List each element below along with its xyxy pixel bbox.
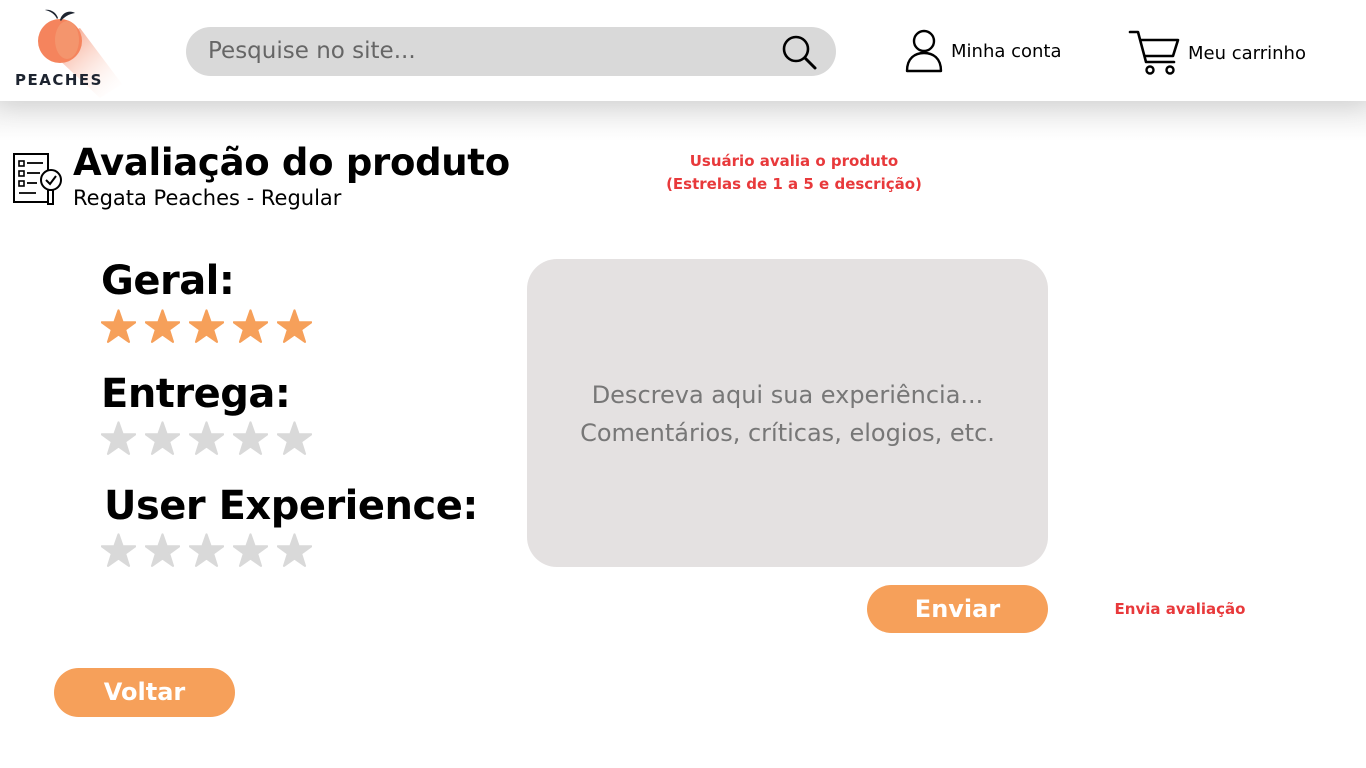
cart-label[interactable]: Meu carrinho — [1188, 43, 1306, 64]
review-placeholder: Descreva aqui sua experiência... Comentá… — [527, 376, 1048, 452]
header-shadow — [0, 101, 1366, 141]
cart-icon — [1128, 30, 1180, 75]
logo-text: PEACHES — [15, 71, 103, 89]
user-icon — [905, 29, 943, 73]
star-rating-entrega[interactable] — [101, 421, 312, 456]
star-icon[interactable] — [277, 309, 312, 344]
page-title: Avaliação do produto — [73, 141, 510, 184]
placeholder-line: Comentários, críticas, elogios, etc. — [580, 419, 995, 447]
product-name: Regata Peaches - Regular — [73, 186, 342, 210]
star-icon[interactable] — [233, 533, 268, 568]
star-icon[interactable] — [189, 421, 224, 456]
star-icon[interactable] — [277, 533, 312, 568]
star-icon[interactable] — [189, 533, 224, 568]
star-icon[interactable] — [101, 533, 136, 568]
star-icon[interactable] — [101, 421, 136, 456]
annotation-line: (Estrelas de 1 a 5 e descrição) — [666, 175, 922, 193]
star-icon[interactable] — [145, 421, 180, 456]
checklist-review-icon — [13, 153, 62, 205]
annotation-top: Usuário avalia o produto (Estrelas de 1 … — [640, 150, 948, 196]
search-icon[interactable] — [780, 33, 818, 71]
placeholder-line: Descreva aqui sua experiência... — [591, 381, 984, 409]
annotation-send: Envia avaliação — [1114, 600, 1246, 618]
annotation-line: Usuário avalia o produto — [689, 152, 899, 170]
star-rating-geral[interactable] — [101, 309, 312, 344]
search-bar[interactable]: Pesquise no site... — [186, 27, 836, 76]
star-icon[interactable] — [233, 309, 268, 344]
star-icon[interactable] — [189, 309, 224, 344]
star-icon[interactable] — [145, 533, 180, 568]
rating-label-entrega: Entrega: — [101, 371, 291, 417]
review-textarea[interactable]: Descreva aqui sua experiência... Comentá… — [527, 259, 1048, 567]
star-icon[interactable] — [277, 421, 312, 456]
star-rating-user-experience[interactable] — [101, 533, 312, 568]
star-icon[interactable] — [233, 421, 268, 456]
rating-label-geral: Geral: — [101, 258, 235, 304]
account-label[interactable]: Minha conta — [951, 41, 1062, 62]
peaches-logo[interactable]: PEACHES — [10, 6, 125, 98]
search-input[interactable]: Pesquise no site... — [208, 38, 416, 64]
rating-label-user-experience: User Experience: — [104, 483, 478, 529]
back-button[interactable]: Voltar — [54, 668, 235, 717]
star-icon[interactable] — [101, 309, 136, 344]
star-icon[interactable] — [145, 309, 180, 344]
site-header: PEACHES Pesquise no site... Minha conta … — [0, 0, 1366, 101]
send-button[interactable]: Enviar — [867, 585, 1048, 633]
